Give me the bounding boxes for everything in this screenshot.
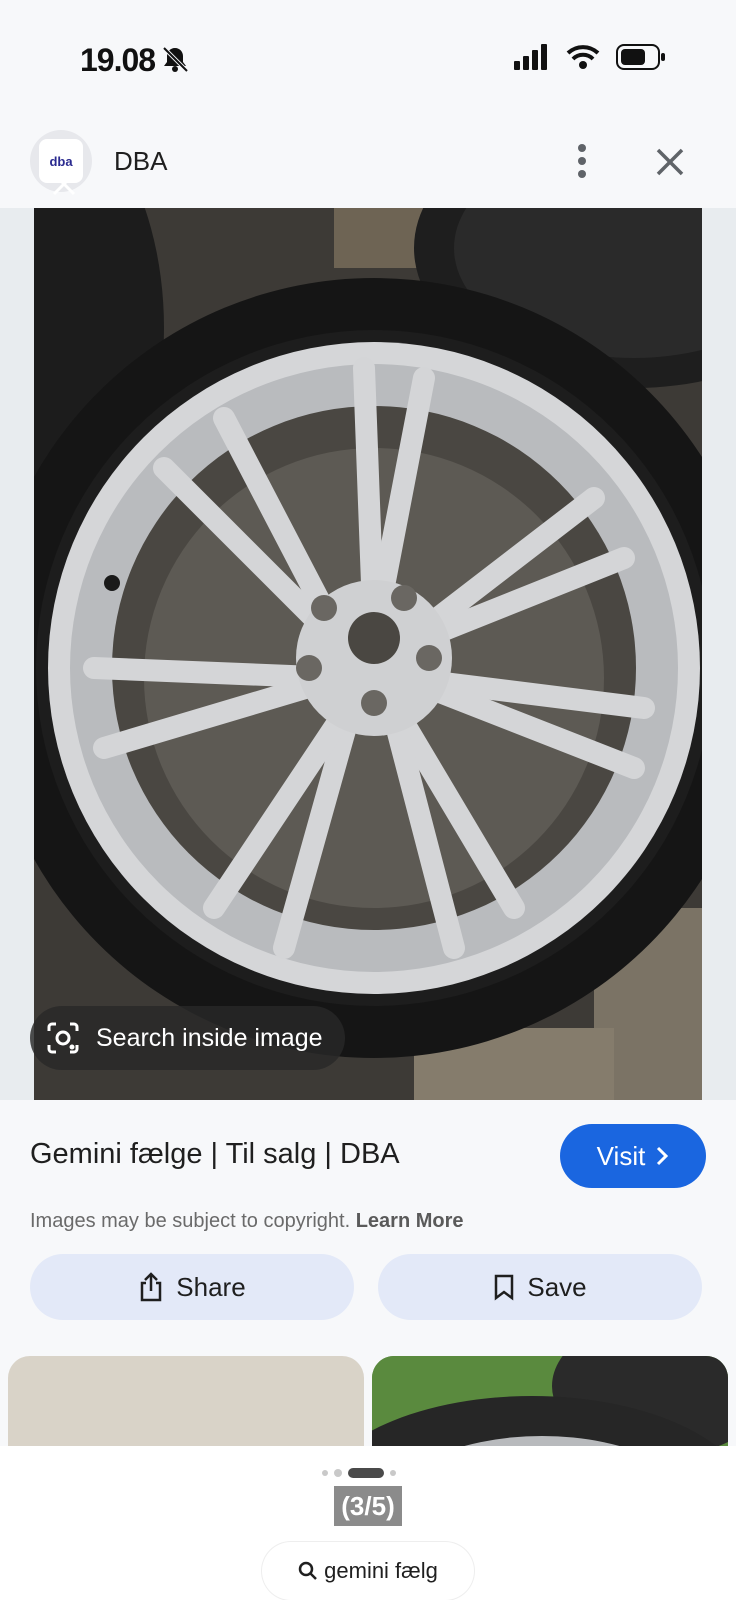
search-inside-image-label: Search inside image <box>96 1023 323 1052</box>
status-bar: 19.08 <box>0 0 736 120</box>
share-label: Share <box>176 1271 246 1302</box>
status-time: 19.08 <box>80 42 156 78</box>
page-dot-active <box>348 1468 384 1478</box>
related-thumbnail[interactable] <box>8 1356 364 1446</box>
battery-icon <box>616 44 665 70</box>
pagination-dots <box>322 1468 396 1478</box>
share-button[interactable]: Share <box>30 1254 354 1320</box>
search-inside-image-button[interactable]: Search inside image <box>30 1006 345 1070</box>
save-label: Save <box>527 1271 587 1302</box>
more-options-button[interactable] <box>570 140 594 182</box>
chevron-right-icon <box>657 1146 669 1166</box>
image-viewer[interactable]: Search inside image <box>0 208 736 1100</box>
close-icon <box>656 148 684 176</box>
lens-icon <box>47 1022 79 1054</box>
more-vert-icon <box>578 144 586 178</box>
page-dot <box>322 1470 328 1476</box>
bell-muted-icon <box>160 44 190 79</box>
copyright-text: Images may be subject to copyright. <box>30 1210 351 1232</box>
site-name[interactable]: DBA <box>114 146 167 177</box>
visit-label: Visit <box>596 1140 646 1171</box>
visit-button[interactable]: Visit <box>560 1124 706 1188</box>
result-header: dba DBA <box>0 120 736 208</box>
save-button[interactable]: Save <box>378 1254 702 1320</box>
wifi-icon <box>566 45 600 69</box>
close-button[interactable] <box>650 142 690 182</box>
image-counter: (3/5) <box>334 1486 402 1526</box>
status-icons <box>514 44 666 70</box>
page-dot <box>390 1470 396 1476</box>
related-images <box>0 1356 736 1446</box>
bottom-pager: (3/5) gemini fælg <box>0 1446 736 1600</box>
related-thumbnail[interactable] <box>372 1356 728 1446</box>
result-title[interactable]: Gemini fælge | Til salg | DBA <box>30 1138 400 1171</box>
wheel-photo[interactable] <box>34 208 702 1100</box>
search-query-text: gemini fælg <box>324 1558 438 1583</box>
learn-more-link[interactable]: Learn More <box>356 1210 464 1232</box>
close-x-overlay-icon <box>52 172 76 196</box>
search-query-pill[interactable]: gemini fælg <box>262 1542 474 1600</box>
page-dot <box>334 1469 342 1477</box>
site-logo[interactable]: dba <box>30 130 92 196</box>
search-icon <box>298 1561 318 1580</box>
share-icon <box>141 1272 162 1302</box>
bookmark-icon <box>495 1274 514 1301</box>
signal-icon <box>514 44 547 70</box>
copyright-notice: Images may be subject to copyright. Lear… <box>30 1210 464 1233</box>
